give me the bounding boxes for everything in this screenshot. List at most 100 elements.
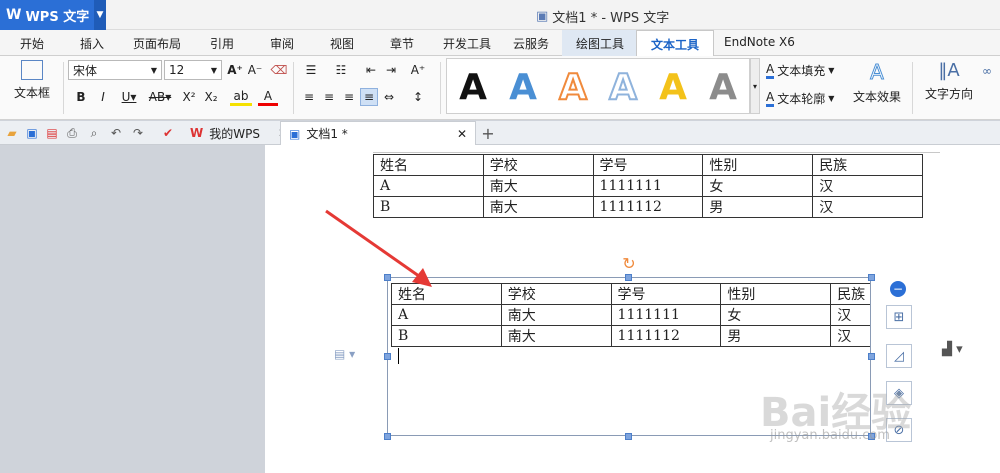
table-cell[interactable]: 南大 [482,196,594,218]
table-cell[interactable]: 南大 [500,304,612,326]
table-cell[interactable]: 女 [720,304,832,326]
tab-drawing-tools[interactable]: 绘图工具 [562,30,639,56]
font-color-icon[interactable]: A [258,88,278,106]
table-cell[interactable]: 性别 [720,283,832,305]
strikethrough-icon[interactable]: AB▾ [146,88,174,106]
gallery-scroll-icon[interactable]: ▾ [750,58,760,114]
shape-edit-icon[interactable]: ◿ [886,344,912,368]
align-left-icon[interactable]: ≡ [300,88,318,106]
undo-icon[interactable]: ↶ [108,125,124,141]
menu-cloud[interactable]: 云服务 [513,35,549,52]
table-cell[interactable]: 民族 [812,154,923,176]
export-pdf-icon[interactable]: ▤ [44,125,60,141]
print-icon[interactable]: ⎙ [64,125,80,141]
shrink-font-icon[interactable]: A⁻ [246,61,264,79]
text-outline-button[interactable]: A 文本轮廓 ▼ [766,90,834,107]
menu-home[interactable]: 开始 [20,35,44,52]
table-cell[interactable]: 学校 [482,154,594,176]
text-effect-button[interactable]: A 文本效果 [852,60,902,105]
table-cell[interactable]: 女 [702,175,814,197]
justify-icon[interactable]: ≡ [360,88,378,106]
art-style-orange-outline[interactable]: A [551,65,595,109]
line-spacing-icon[interactable]: ↕ [406,88,430,106]
art-style-gold[interactable]: A [651,65,695,109]
menu-review[interactable]: 审阅 [270,35,294,52]
table-cell[interactable]: A [391,304,502,326]
app-menu-button[interactable]: W WPS 文字 [0,0,94,30]
menu-references[interactable]: 引用 [210,35,234,52]
menu-view[interactable]: 视图 [330,35,354,52]
tab-my-wps[interactable]: W 我的WPS ✕ [182,121,296,145]
bold-icon[interactable]: B [72,88,90,106]
table-cell[interactable]: 学校 [500,283,612,305]
table-cell[interactable]: 南大 [482,175,594,197]
table-cell[interactable]: 男 [720,325,832,347]
table-cell[interactable]: 汉 [812,175,923,197]
collapse-icon[interactable]: − [890,281,906,297]
superscript-icon[interactable]: X² [180,88,198,106]
document-table[interactable]: 姓名 学校 学号 性别 民族 A 南大 1111111 女 汉 B 南大 111… [373,154,923,218]
textbox-button[interactable]: 文本框 [8,60,56,101]
resize-handle-n[interactable] [625,274,632,281]
table-cell[interactable]: 民族 [830,283,870,305]
print-preview-icon[interactable]: ⌕ [86,125,102,141]
phonetic-icon[interactable]: A⁺ [406,61,430,79]
table-cell[interactable]: 姓名 [373,154,484,176]
resize-handle-sw[interactable] [384,433,391,440]
outdent-icon[interactable]: ⇤ [362,61,380,79]
underline-icon[interactable]: U▾ [118,88,140,106]
table-cell[interactable]: 学号 [592,154,704,176]
art-style-black[interactable]: A [451,65,495,109]
bullet-list-icon[interactable]: ☰ [300,61,322,79]
grow-font-icon[interactable]: A⁺ [226,61,244,79]
table-cell[interactable]: 性别 [702,154,814,176]
app-menu-dropdown-icon[interactable]: ▼ [94,0,106,30]
paragraph-layout-icon[interactable]: ▤ ▾ [334,347,355,361]
text-direction-button[interactable]: ‖A 文字方向 [924,60,974,102]
font-size-select[interactable]: 12 ▼ [164,60,222,80]
table-cell[interactable]: 学号 [610,283,722,305]
tab-document[interactable]: ▣ 文档1 * ✕ [280,121,476,145]
highlight-icon[interactable]: ab [230,88,252,106]
resize-handle-s[interactable] [625,433,632,440]
resize-handle-ne[interactable] [868,274,875,281]
paste-options-icon[interactable]: ▟ ▾ [942,342,963,357]
resize-handle-w[interactable] [384,353,391,360]
align-center-icon[interactable]: ≡ [320,88,338,106]
text-fill-button[interactable]: A 文本填充 ▼ [766,62,834,79]
menu-page-layout[interactable]: 页面布局 [133,35,181,52]
save-icon[interactable]: ▣ [24,125,40,141]
table-cell[interactable]: 男 [702,196,814,218]
table-cell[interactable]: 汉 [830,325,870,347]
table-cell[interactable]: 1111112 [592,196,704,218]
link-icon[interactable]: ∞ [978,62,996,80]
clear-format-icon[interactable]: ⌫ [270,61,288,79]
art-style-gray[interactable]: A [701,65,745,109]
customize-toolbar-icon[interactable]: ✔ [160,125,176,141]
italic-icon[interactable]: I [94,88,112,106]
table-cell[interactable]: A [373,175,484,197]
menu-insert[interactable]: 插入 [80,35,104,52]
subscript-icon[interactable]: X₂ [202,88,220,106]
menu-developer[interactable]: 开发工具 [443,35,491,52]
tab-endnote[interactable]: EndNote X6 [724,35,795,49]
menu-chapter[interactable]: 章节 [390,35,414,52]
redo-icon[interactable]: ↷ [130,125,146,141]
art-style-blue-outline[interactable]: A [601,65,645,109]
close-icon[interactable]: ✕ [457,127,467,141]
table-cell[interactable]: 1111111 [610,304,722,326]
text-box-table[interactable]: 姓名 学校 学号 性别 民族 A 南大 1111111 女 汉 B 南大 111… [391,283,870,347]
table-cell[interactable]: 1111111 [592,175,704,197]
distribute-icon[interactable]: ⇔ [380,88,398,106]
open-folder-icon[interactable]: ▰ [4,125,20,141]
table-cell[interactable]: B [391,325,502,347]
resize-handle-e[interactable] [868,353,875,360]
art-style-blue[interactable]: A [501,65,545,109]
table-cell[interactable]: 1111112 [610,325,722,347]
layout-options-icon[interactable]: ⊞ [886,305,912,329]
table-cell[interactable]: 汉 [830,304,870,326]
table-cell[interactable]: 南大 [500,325,612,347]
rotate-handle-icon[interactable]: ↻ [620,254,638,273]
align-right-icon[interactable]: ≡ [340,88,358,106]
number-list-icon[interactable]: ☷ [330,61,352,79]
